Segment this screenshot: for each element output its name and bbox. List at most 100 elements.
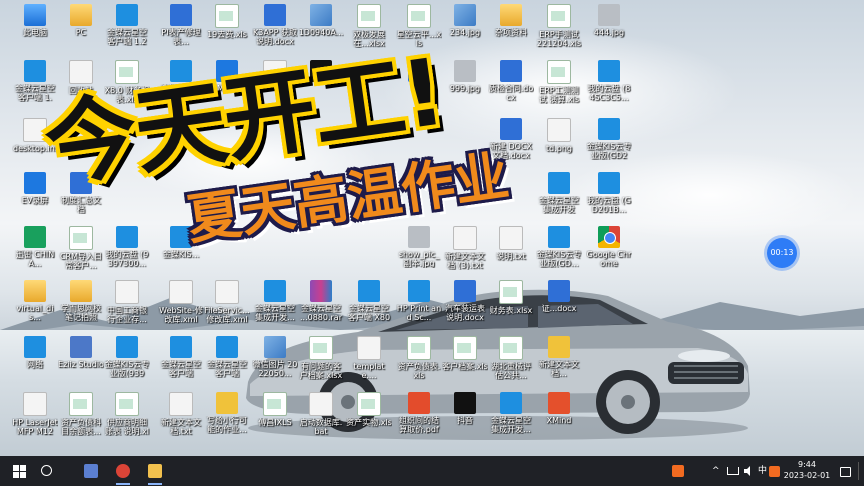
excel-icon xyxy=(499,336,523,360)
desktop-icon[interactable]: 金蝶KIS云专业版(GD... xyxy=(536,226,582,280)
desktop-icon[interactable]: XMind xyxy=(536,392,582,446)
recording-timer-bubble[interactable]: 00:13 xyxy=(767,238,797,268)
desktop-icon[interactable]: 金蝶云星空客户端 X80 xyxy=(346,280,392,334)
desktop-icon-label: 金蝶云星空客户端 xyxy=(161,360,201,378)
tray-sogou-icon[interactable] xyxy=(672,456,684,486)
task-manager-glyph xyxy=(84,464,98,478)
word-icon xyxy=(500,60,522,82)
desktop-icon[interactable]: 金蝶KIS云专业版(GD20... xyxy=(586,118,632,172)
desktop-icon[interactable]: 金蝶云星空集成开发 xyxy=(536,172,582,226)
desktop-icon[interactable]: 金蝶云星空集成开发... xyxy=(488,392,534,446)
desktop-icon[interactable]: 金蝶KIS云专业版(9397... xyxy=(104,336,150,390)
desktop-icon[interactable]: 金蝶云星空集成开发... xyxy=(252,280,298,334)
desktop-icon-label: Eziiz Studio xyxy=(58,360,104,369)
studio-icon xyxy=(70,336,92,358)
desktop-icon-label: 新建文本文档... xyxy=(539,360,579,378)
folder-icon xyxy=(24,280,46,302)
desktop-icon[interactable]: PI表产修理表... xyxy=(158,4,204,58)
desktop-icon[interactable]: 我的云盘 (GD201B... xyxy=(586,172,632,226)
desktop-icon[interactable]: 有问题的客户档案.xlsx xyxy=(298,336,344,390)
desktop-icon[interactable]: 抖音 xyxy=(442,392,488,446)
desktop-icon-label: 1D0940A... xyxy=(298,28,344,37)
desktop-icon[interactable]: HP Print and Sc... xyxy=(396,280,442,334)
desktop-icon[interactable]: td.png xyxy=(536,118,582,172)
desktop-icon[interactable]: 我的云盘 (84SC3C5... xyxy=(586,60,632,114)
kingdee-icon xyxy=(24,60,46,82)
desktop-icon[interactable]: template.... xyxy=(346,336,392,390)
task-manager-icon[interactable] xyxy=(78,460,104,482)
desktop-icon[interactable]: 资产负债表.xls xyxy=(396,336,442,390)
document-icon xyxy=(115,280,139,304)
pdf-icon xyxy=(408,392,430,414)
tray-network-icon[interactable] xyxy=(727,456,739,486)
desktop-icon[interactable]: show_pic_副本.jpg xyxy=(396,226,442,280)
desktop-icon[interactable]: 质检合同.docx xyxy=(488,60,534,114)
chrome-icon xyxy=(598,226,620,248)
desktop-icon[interactable]: 写给小行可能的作业... xyxy=(204,392,250,446)
desktop-icon[interactable]: 启动数据库.bat xyxy=(298,392,344,446)
desktop-icon[interactable]: K3APP 获取说明.docx xyxy=(252,4,298,58)
desktop-icon[interactable]: 微信图片 2022050... xyxy=(252,336,298,390)
desktop-icon-label: virtual_dis... xyxy=(16,304,54,322)
desktop-icon-label: K3APP 获取说明.docx xyxy=(253,28,297,46)
desktop-icon[interactable]: 1D0940A... xyxy=(298,4,344,58)
desktop[interactable]: 此电脑 PC 金蝶云星空客户端 1.24... PI表产修理表... 19去费.xls K… xyxy=(0,0,864,486)
file-explorer-icon[interactable] xyxy=(142,460,168,485)
desktop-icon[interactable]: 新建文本文档.txt xyxy=(158,392,204,446)
desktop-icon[interactable]: 新建文本文档 (3).txt xyxy=(442,226,488,280)
text-file-icon xyxy=(169,392,193,416)
desktop-icon[interactable]: 金蝶云星空客户端 xyxy=(204,336,250,390)
desktop-icon[interactable]: 金蝶云星空 ...0880.rar xyxy=(298,280,344,334)
windows-start-icon[interactable] xyxy=(4,456,34,486)
tray-chevron-icon[interactable]: ^ xyxy=(712,456,720,486)
desktop-icon[interactable]: 19去费.xls xyxy=(204,4,250,58)
desktop-icon[interactable]: ERP工测测试 演算.xls xyxy=(536,60,582,114)
desktop-icon[interactable]: 组织间的结算取价.pdf xyxy=(396,392,442,446)
desktop-icon[interactable]: 金蝶云星空客户端 1.24... xyxy=(104,4,150,58)
taskbar-clock[interactable]: 9:44 2023-02-01 xyxy=(783,459,831,481)
desktop-icon[interactable]: 学而思网校笔记拍照 xyxy=(58,280,104,334)
desktop-icon[interactable]: 傅昌IXLS xyxy=(252,392,298,446)
desktop-icon[interactable]: Eziiz Studio xyxy=(58,336,104,390)
desktop-icon[interactable]: 客户档案.xls xyxy=(442,336,488,390)
desktop-icon-label: 启动数据库.bat xyxy=(299,418,343,436)
desktop-icon[interactable]: 证...docx xyxy=(536,280,582,334)
desktop-icon[interactable]: 汽车装运表 说明.docx xyxy=(442,280,488,334)
desktop-icon[interactable]: 新建文本文档... xyxy=(536,336,582,390)
tray-ime-label[interactable]: 中 xyxy=(758,456,767,486)
desktop-icon[interactable]: 中国工商银行企业存... xyxy=(104,280,150,334)
excel-icon xyxy=(547,60,571,84)
desktop-icon[interactable]: WebSite-修改库.xml xyxy=(158,280,204,334)
word-icon xyxy=(548,280,570,302)
tray-volume-icon[interactable] xyxy=(743,456,753,486)
desktop-icon[interactable]: 资产负债科目余额表... xyxy=(58,392,104,446)
desktop-icon[interactable]: HP LaserJet MFP M129... xyxy=(12,392,58,446)
desktop-icon[interactable]: 供应商明细账表 说明.xls xyxy=(104,392,150,446)
notification-icon[interactable] xyxy=(840,456,851,486)
desktop-icon[interactable]: 金蝶云星空客户端 xyxy=(158,336,204,390)
desktop-icon[interactable]: 说明.txt xyxy=(488,226,534,280)
desktop-icon[interactable]: 444.jpg xyxy=(586,4,632,58)
desktop-icon[interactable]: ERP手测试 221204.xls xyxy=(536,4,582,58)
desktop-icon[interactable]: CRM导入日常客户... xyxy=(58,226,104,280)
kingdee-icon xyxy=(116,4,138,26)
desktop-icon[interactable]: 杂项资料 xyxy=(488,4,534,58)
desktop-icon[interactable]: Google Chrome xyxy=(586,226,632,280)
desktop-icon[interactable]: 此电脑 xyxy=(12,4,58,58)
desktop-icon[interactable]: 我的云盘 (9397300... xyxy=(104,226,150,280)
desktop-icon-label: 金蝶KIS云专业版(GD20... xyxy=(586,142,632,160)
desktop-icon[interactable]: virtual_dis... xyxy=(12,280,58,334)
desktop-icon[interactable]: 网络 xyxy=(12,336,58,390)
desktop-icon[interactable]: FileServic...修改库.xml xyxy=(204,280,250,334)
tray-sogou-ime-icon[interactable] xyxy=(769,456,780,486)
search-icon[interactable] xyxy=(32,456,62,486)
desktop-icon[interactable]: 迅雷 CHINA... xyxy=(12,226,58,280)
chrome-icon[interactable] xyxy=(110,460,136,485)
desktop-icon[interactable]: 资产实物.xls xyxy=(346,392,392,446)
show-desktop-button[interactable] xyxy=(858,462,859,480)
desktop-icon[interactable]: 财务表.xlsx xyxy=(488,280,534,334)
desktop-icon[interactable]: PC xyxy=(58,4,104,58)
word-icon xyxy=(454,280,476,302)
desktop-icon-label: FileServic...修改库.xml xyxy=(204,306,250,324)
desktop-icon[interactable]: 湖北重械评估公共... xyxy=(488,336,534,390)
